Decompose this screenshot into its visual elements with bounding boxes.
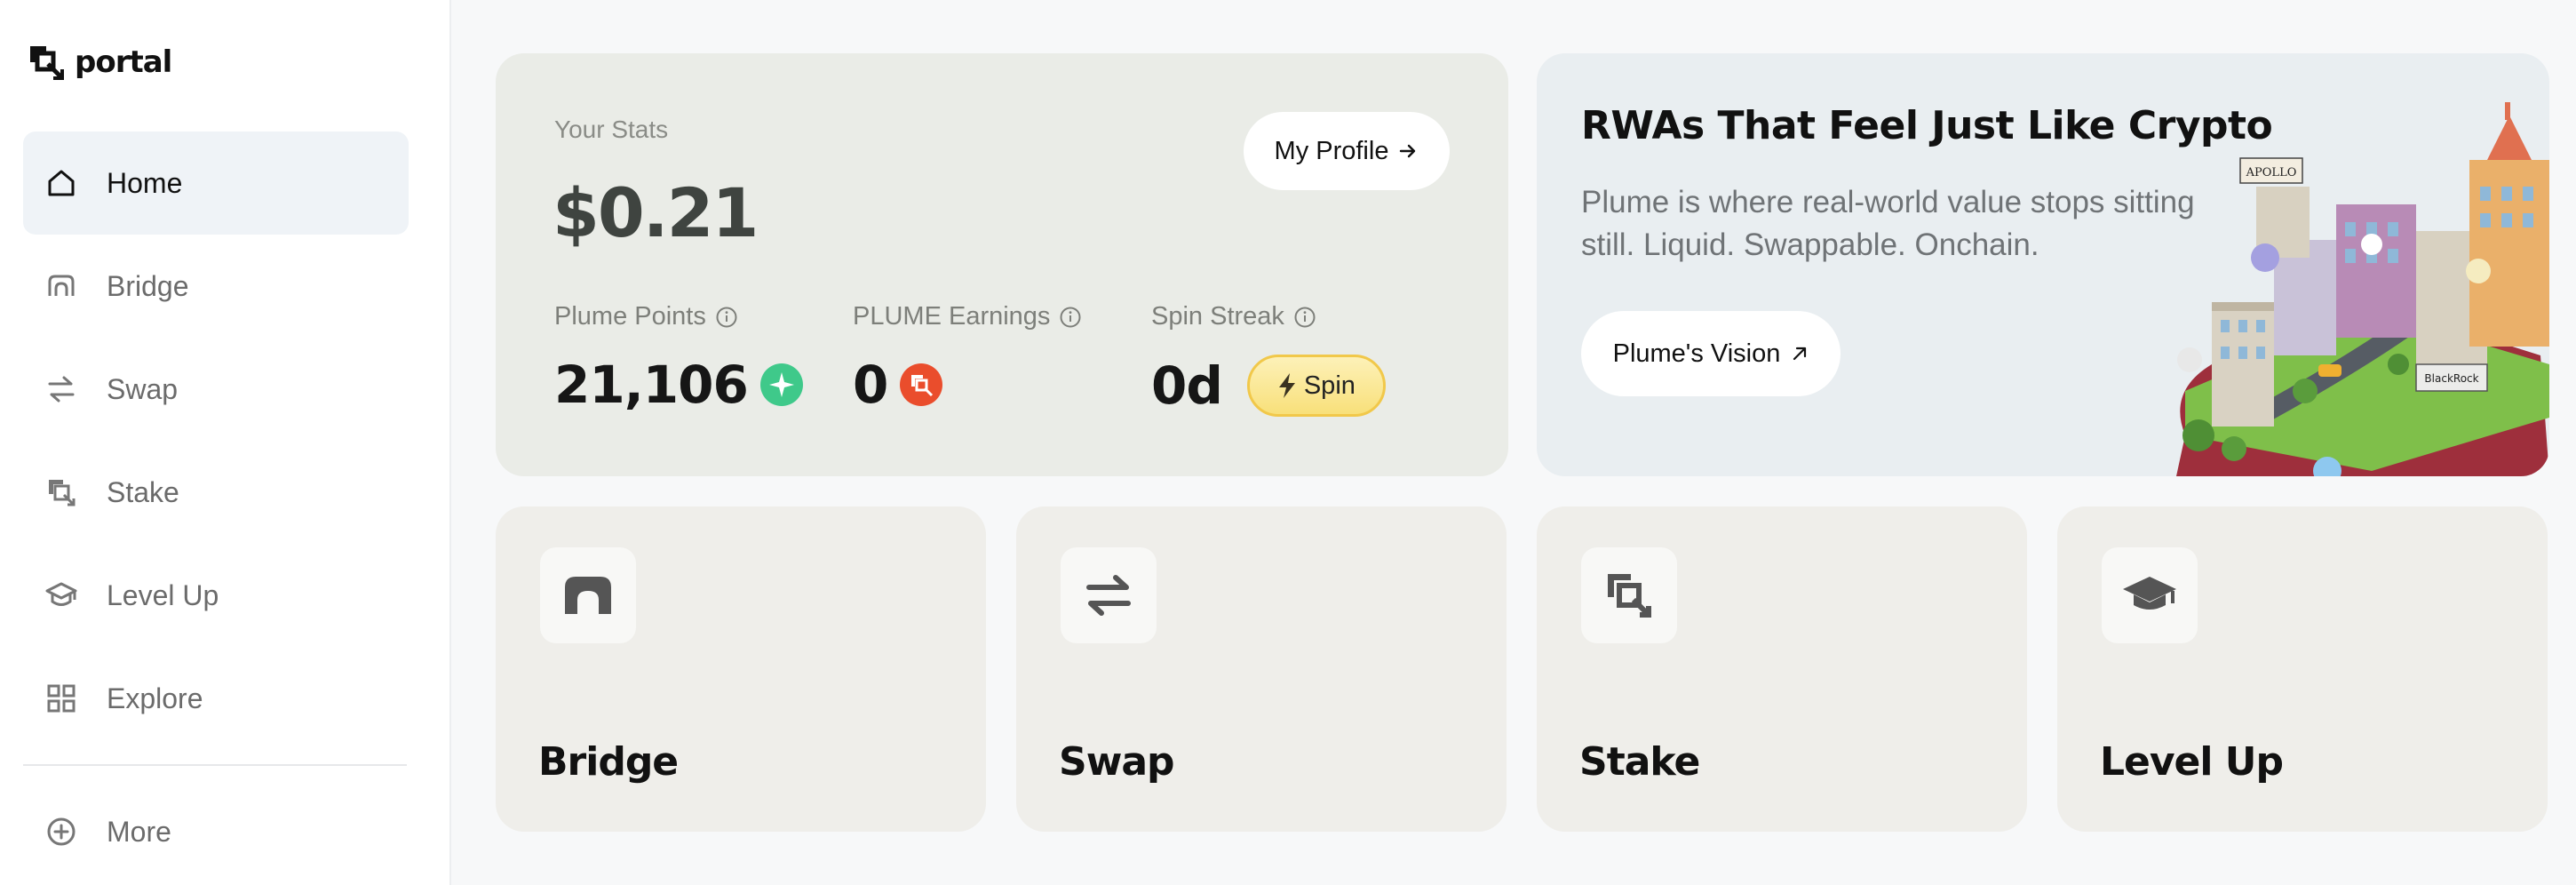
sidebar-divider	[23, 764, 407, 766]
sidebar-item-stake[interactable]: Stake	[23, 441, 409, 544]
action-card-label: Swap	[1059, 739, 1175, 785]
plume-points-metric: Plume Points 21,106	[554, 302, 803, 415]
info-icon[interactable]	[1293, 306, 1316, 329]
spin-button-label: Spin	[1303, 371, 1356, 400]
logo[interactable]: portal	[27, 43, 172, 82]
home-icon	[44, 166, 78, 200]
action-card-level-up[interactable]: Level Up	[2057, 506, 2548, 832]
plus-circle-icon	[44, 815, 78, 849]
action-card-bridge[interactable]: Bridge	[496, 506, 986, 832]
sidebar-item-label: More	[107, 815, 171, 848]
spin-streak-value: 0d	[1151, 355, 1223, 416]
plume-vision-button[interactable]: Plume's Vision	[1581, 311, 1841, 396]
bridge-icon	[44, 269, 78, 303]
bridge-icon	[540, 547, 636, 643]
promo-card: RWAs That Feel Just Like Crypto Plume is…	[1537, 53, 2549, 476]
sidebar-item-explore[interactable]: Explore	[23, 647, 409, 750]
swap-icon	[44, 372, 78, 406]
arrow-up-right-icon	[1793, 347, 1807, 361]
sidebar-nav: Home Bridge Swap Stake Level Up Explore	[23, 132, 409, 750]
sidebar-item-more[interactable]: More	[23, 780, 409, 883]
portal-logo-icon	[30, 46, 64, 80]
info-icon[interactable]	[1059, 306, 1082, 329]
plume-points-value: 21,106	[554, 355, 749, 415]
city-illustration: APOLLO BlackRock	[2176, 102, 2549, 476]
plume-vision-label: Plume's Vision	[1612, 339, 1781, 368]
sidebar: portal Home Bridge Swap Stake Level Up E…	[0, 0, 451, 885]
sidebar-item-label: Level Up	[107, 578, 219, 611]
sidebar-item-label: Bridge	[107, 269, 189, 302]
stats-total-value: $0.21	[553, 173, 759, 252]
lightning-icon	[1278, 373, 1295, 398]
plume-earnings-label: PLUME Earnings	[853, 302, 1051, 331]
plume-token-icon	[900, 363, 943, 406]
blackrock-sign-text: BlackRock	[2424, 372, 2478, 385]
graduation-cap-icon	[2102, 547, 2198, 643]
grid-icon	[44, 682, 78, 715]
my-profile-label: My Profile	[1274, 136, 1389, 165]
sidebar-item-label: Stake	[107, 475, 179, 508]
graduation-cap-icon	[44, 578, 78, 612]
sidebar-item-bridge[interactable]: Bridge	[23, 235, 409, 338]
stats-card: Your Stats $0.21 My Profile Plume Points…	[496, 53, 1508, 476]
plume-points-badge-icon	[759, 363, 803, 406]
action-card-label: Bridge	[538, 739, 679, 785]
action-card-label: Stake	[1579, 739, 1700, 785]
my-profile-button[interactable]: My Profile	[1244, 112, 1450, 190]
sidebar-item-level-up[interactable]: Level Up	[23, 544, 409, 647]
spin-streak-metric: Spin Streak 0d Spin	[1151, 302, 1386, 417]
info-icon[interactable]	[715, 306, 738, 329]
spin-streak-label: Spin Streak	[1151, 302, 1284, 331]
swap-icon	[1061, 547, 1157, 643]
arrow-right-icon	[1400, 144, 1416, 158]
stake-icon	[1581, 547, 1677, 643]
action-card-stake[interactable]: Stake	[1537, 506, 2027, 832]
action-card-label: Level Up	[2100, 739, 2284, 785]
stats-title: Your Stats	[554, 116, 669, 143]
logo-text: portal	[75, 44, 172, 80]
apollo-sign-text: APOLLO	[2246, 166, 2297, 179]
sidebar-item-label: Home	[107, 166, 183, 199]
sidebar-item-swap[interactable]: Swap	[23, 338, 409, 441]
plume-earnings-metric: PLUME Earnings 0	[853, 302, 1082, 415]
sidebar-item-home[interactable]: Home	[23, 132, 409, 235]
sidebar-item-label: Explore	[107, 682, 203, 714]
stake-icon	[44, 475, 78, 509]
plume-points-label: Plume Points	[554, 302, 706, 331]
action-card-swap[interactable]: Swap	[1016, 506, 1507, 832]
plume-earnings-value: 0	[853, 355, 888, 415]
sidebar-item-label: Swap	[107, 372, 179, 405]
promo-description: Plume is where real-world value stops si…	[1581, 185, 2195, 262]
spin-button[interactable]: Spin	[1246, 355, 1386, 417]
